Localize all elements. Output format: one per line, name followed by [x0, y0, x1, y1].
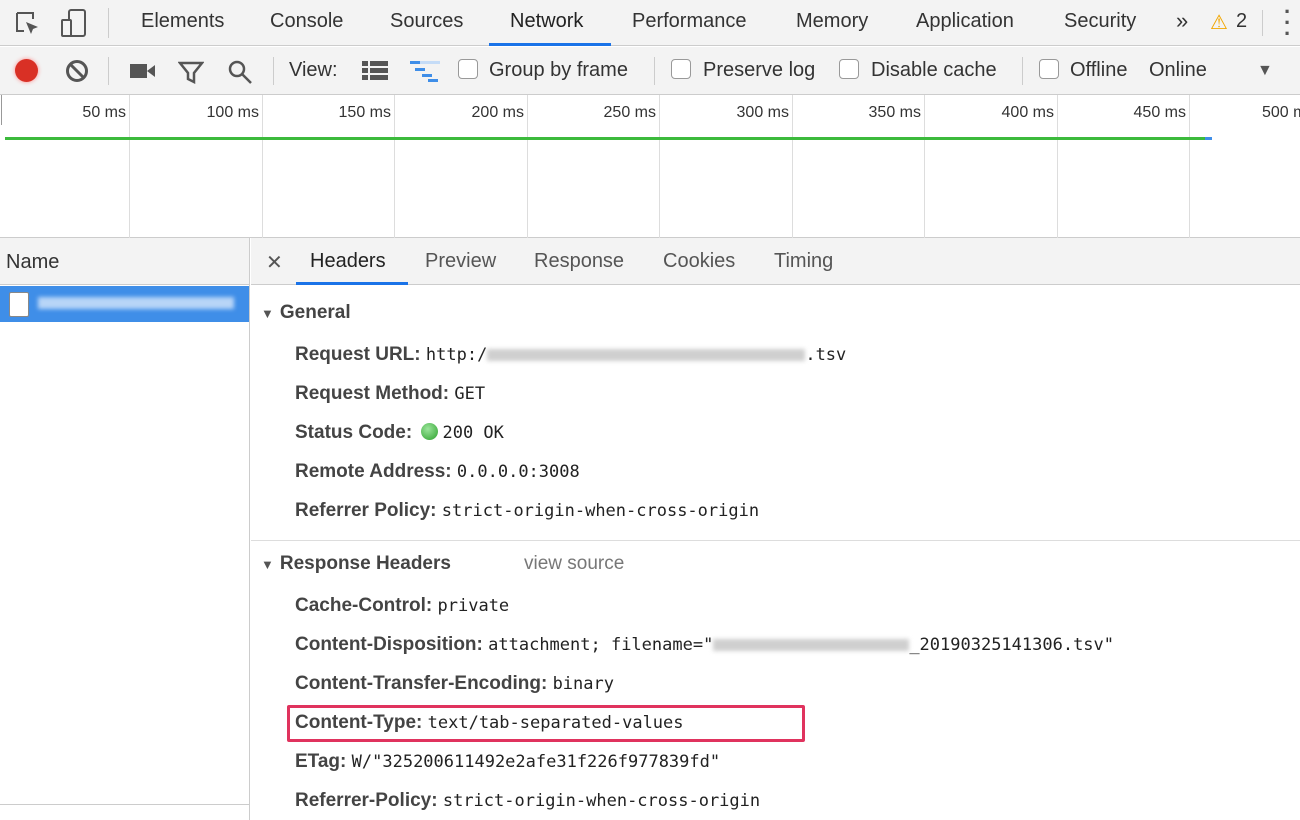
inspect-element-icon[interactable] [14, 10, 42, 38]
timeline-label: 150 ms [338, 104, 391, 121]
timeline-label: 100 ms [206, 104, 259, 121]
request-details: ✕ Headers Preview Response Cookies Timin… [251, 238, 1300, 820]
tab-memory[interactable]: Memory [796, 10, 868, 33]
offline-checkbox[interactable] [1039, 59, 1059, 79]
request-waterfall-bar [5, 137, 1205, 140]
group-by-frame-label[interactable]: Group by frame [489, 59, 628, 82]
device-toolbar-icon[interactable] [60, 8, 88, 38]
tab-headers[interactable]: Headers [310, 250, 386, 273]
header-row: Content-Transfer-Encoding: binary [295, 673, 614, 694]
tab-cookies[interactable]: Cookies [663, 250, 735, 273]
timeline-label: 400 ms [1001, 104, 1054, 121]
triangle-down-icon: ▼ [261, 306, 274, 321]
group-by-frame-checkbox[interactable] [458, 59, 478, 79]
tab-timing[interactable]: Timing [774, 250, 833, 273]
header-row: Remote Address: 0.0.0.0:3008 [295, 461, 580, 482]
more-options-icon[interactable]: · · · [1284, 1, 1291, 45]
timeline-label: 250 ms [603, 104, 656, 121]
status-ok-icon [421, 423, 439, 440]
large-rows-icon[interactable] [362, 61, 388, 81]
header-row: Request Method: GET [295, 383, 486, 404]
preserve-log-checkbox[interactable] [671, 59, 691, 79]
filter-icon[interactable] [178, 60, 204, 84]
header-row: ETag: W/"325200611492e2afe31f226f977839f… [295, 751, 721, 772]
warning-icon[interactable]: ⚠ [1210, 10, 1228, 35]
close-icon[interactable]: ✕ [266, 250, 283, 275]
more-tabs-icon[interactable]: » [1176, 8, 1188, 34]
header-row: Referrer Policy: strict-origin-when-cros… [295, 500, 760, 521]
document-icon [9, 292, 29, 317]
waterfall-overview-icon[interactable] [410, 61, 440, 83]
tab-console[interactable]: Console [270, 10, 343, 33]
name-column-header[interactable]: Name [0, 238, 249, 285]
redacted-filename [713, 638, 910, 651]
offline-label[interactable]: Offline [1070, 59, 1127, 82]
request-waterfall-bar-end [1205, 137, 1212, 140]
active-tab-indicator [489, 43, 611, 46]
scrollbar-divider [0, 804, 249, 805]
tab-performance[interactable]: Performance [632, 10, 747, 33]
tab-preview[interactable]: Preview [425, 250, 496, 273]
section-divider [251, 540, 1300, 541]
details-tab-bar: ✕ Headers Preview Response Cookies Timin… [251, 238, 1300, 285]
network-toolbar: View: Group by frame Preserve log Disabl… [0, 47, 1300, 95]
tab-sources[interactable]: Sources [390, 10, 463, 33]
header-row: Status Code: 200 OK [295, 422, 504, 443]
header-row: Content-Disposition: attachment; filenam… [295, 634, 1115, 655]
view-source-link[interactable]: view source [524, 553, 624, 575]
header-row-content-type: Content-Type: text/tab-separated-values [295, 712, 684, 733]
section-title: General [279, 302, 351, 323]
timeline-overview[interactable]: 50 ms 100 ms 150 ms 200 ms 250 ms 300 ms… [0, 95, 1300, 238]
section-title: Response Headers [279, 553, 451, 574]
view-label: View: [289, 59, 338, 81]
tab-security[interactable]: Security [1064, 10, 1136, 33]
tab-response[interactable]: Response [534, 250, 624, 273]
request-row[interactable] [0, 286, 249, 322]
header-row: Referrer-Policy: strict-origin-when-cros… [295, 790, 761, 811]
warning-count[interactable]: 2 [1236, 10, 1247, 33]
preserve-log-label[interactable]: Preserve log [703, 59, 815, 82]
general-section-toggle[interactable]: ▼ General [261, 302, 351, 324]
disable-cache-label[interactable]: Disable cache [871, 59, 997, 82]
timeline-label: 200 ms [471, 104, 524, 121]
disable-cache-checkbox[interactable] [839, 59, 859, 79]
timeline-label: 350 ms [868, 104, 921, 121]
response-headers-section-toggle[interactable]: ▼ Response Headers [261, 553, 451, 575]
timeline-label: 450 ms [1133, 104, 1186, 121]
active-tab-indicator [296, 282, 408, 285]
clear-icon[interactable] [65, 59, 89, 83]
request-list: Name [0, 238, 250, 820]
tab-application[interactable]: Application [916, 10, 1014, 33]
header-row: Cache-Control: private [295, 595, 510, 616]
throttling-select[interactable]: Online [1149, 59, 1207, 82]
triangle-down-icon: ▼ [261, 557, 274, 572]
chevron-down-icon[interactable]: ▼ [1257, 62, 1273, 80]
redacted-request-name [38, 297, 234, 309]
header-row: Request URL: http:/.tsv [295, 344, 847, 365]
timeline-label: 300 ms [736, 104, 789, 121]
redacted-url [487, 348, 806, 361]
capture-screenshots-icon[interactable] [130, 62, 156, 80]
tab-elements[interactable]: Elements [141, 10, 224, 33]
tab-network[interactable]: Network [510, 10, 583, 33]
main-tab-bar: Elements Console Sources Network Perform… [0, 0, 1300, 46]
record-button[interactable] [15, 59, 38, 82]
search-icon[interactable] [227, 59, 253, 85]
timeline-label: 50 ms [82, 104, 126, 121]
timeline-label: 500 ms [1262, 104, 1300, 121]
